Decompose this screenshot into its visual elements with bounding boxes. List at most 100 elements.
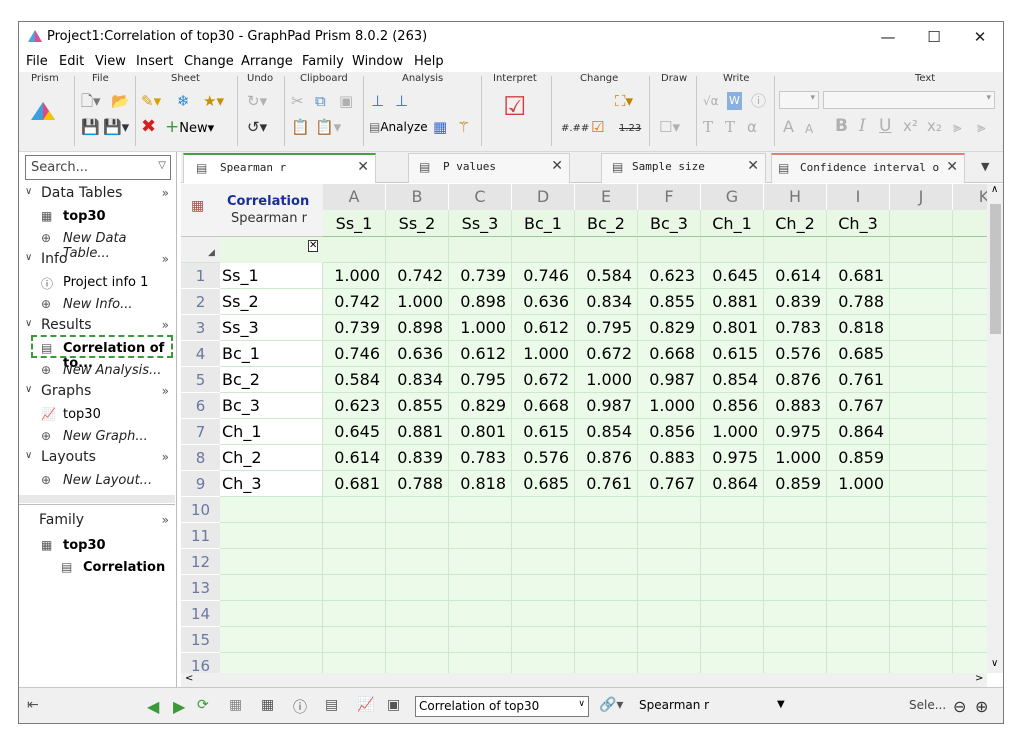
column-title-subrow[interactable]	[701, 237, 764, 263]
close-button[interactable]: ✕	[957, 22, 1003, 52]
column-letter-f[interactable]: F	[638, 184, 701, 210]
column-title[interactable]: Bc_1	[512, 210, 575, 237]
table-cell[interactable]: 0.829	[638, 315, 701, 341]
column-title[interactable]: Bc_3	[638, 210, 701, 237]
table-cell[interactable]	[701, 627, 764, 653]
table-cell[interactable]: 0.859	[764, 471, 827, 497]
scroll-down-icon[interactable]: ∨	[991, 658, 998, 669]
table-cell[interactable]	[953, 263, 987, 289]
column-letter-b[interactable]: B	[386, 184, 449, 210]
table-cell[interactable]	[890, 445, 953, 471]
select-label[interactable]: Sele...	[909, 698, 946, 712]
table-cell[interactable]	[323, 549, 386, 575]
table-cell[interactable]	[386, 523, 449, 549]
table-cell[interactable]: 0.801	[701, 315, 764, 341]
table-cell[interactable]: 0.681	[323, 471, 386, 497]
go-to-icon[interactable]: ⟳	[197, 697, 209, 713]
row-label[interactable]	[220, 497, 323, 523]
table-cell[interactable]: 0.795	[449, 367, 512, 393]
word-icon[interactable]: W	[727, 92, 742, 110]
undo-icon[interactable]: ↺▾	[247, 118, 267, 136]
column-title[interactable]: Bc_2	[575, 210, 638, 237]
table-cell[interactable]: 0.856	[701, 393, 764, 419]
table-cell[interactable]	[764, 627, 827, 653]
table-cell[interactable]	[764, 549, 827, 575]
text-icon[interactable]: T	[703, 118, 713, 136]
table-cell[interactable]: 0.761	[575, 471, 638, 497]
table-cell[interactable]: 0.668	[512, 393, 575, 419]
table-cell[interactable]	[638, 497, 701, 523]
table-cell[interactable]	[827, 575, 890, 601]
table-cell[interactable]	[449, 575, 512, 601]
table-cell[interactable]	[890, 523, 953, 549]
table-cell[interactable]	[764, 523, 827, 549]
table-cell[interactable]	[449, 523, 512, 549]
table-cell[interactable]: 0.987	[638, 367, 701, 393]
table-cell[interactable]: 0.898	[386, 315, 449, 341]
table-cell[interactable]: 0.783	[449, 445, 512, 471]
close-tab-icon[interactable]: ✕	[551, 158, 563, 174]
table-cell[interactable]	[386, 549, 449, 575]
column-title[interactable]	[890, 210, 953, 237]
family-header[interactable]: Family»	[19, 511, 175, 533]
row-label[interactable]: Bc_1	[220, 341, 323, 367]
table-cell[interactable]: 0.739	[323, 315, 386, 341]
table-cell[interactable]	[512, 653, 575, 673]
table-cell[interactable]	[827, 627, 890, 653]
table-cell[interactable]	[449, 627, 512, 653]
table-cell[interactable]: 0.783	[764, 315, 827, 341]
table-cell[interactable]: 0.767	[827, 393, 890, 419]
table-cell[interactable]: 0.742	[323, 289, 386, 315]
table-cell[interactable]: 0.834	[386, 367, 449, 393]
row-label[interactable]: Ss_1	[220, 263, 323, 289]
delete-sheet-icon[interactable]: ✖	[141, 118, 156, 136]
table-cell[interactable]	[386, 653, 449, 673]
table-cell[interactable]	[449, 549, 512, 575]
table-cell[interactable]: 0.801	[449, 419, 512, 445]
page-select-label[interactable]: Spearman r	[639, 698, 709, 712]
table-cell[interactable]	[827, 653, 890, 673]
table-cell[interactable]	[638, 601, 701, 627]
decimal-format-icon[interactable]: 1.23	[619, 120, 641, 138]
analysis-chart2-icon[interactable]: ⊥	[395, 92, 408, 110]
table-cell[interactable]: 0.645	[323, 419, 386, 445]
table-cell[interactable]	[701, 601, 764, 627]
item-top30-graph[interactable]: 📈 top30	[41, 404, 175, 426]
menu-arrange[interactable]: Arrange	[241, 54, 293, 69]
table-cell[interactable]: 0.576	[764, 341, 827, 367]
table-cell[interactable]: 1.000	[638, 393, 701, 419]
table-cell[interactable]: 0.636	[386, 341, 449, 367]
table-cell[interactable]: 0.615	[701, 341, 764, 367]
column-title[interactable]: Ss_1	[323, 210, 386, 237]
table-cell[interactable]: 0.855	[386, 393, 449, 419]
table-cell[interactable]	[953, 601, 987, 627]
row-label[interactable]: Ch_2	[220, 445, 323, 471]
table-cell[interactable]: 0.876	[764, 367, 827, 393]
magic-wand-icon[interactable]: ⚚	[457, 118, 470, 136]
row-label[interactable]	[220, 523, 323, 549]
table-analysis-icon[interactable]: ▦	[433, 118, 447, 136]
table-cell[interactable]: 0.623	[638, 263, 701, 289]
menu-change[interactable]: Change	[184, 54, 234, 69]
analyze-button[interactable]: ▤Analyze	[369, 118, 428, 136]
table-cell[interactable]	[764, 575, 827, 601]
column-title[interactable]: Ch_3	[827, 210, 890, 237]
table-cell[interactable]: 0.739	[449, 263, 512, 289]
table-cell[interactable]	[827, 523, 890, 549]
table-cell[interactable]: 0.767	[638, 471, 701, 497]
column-letter-e[interactable]: E	[575, 184, 638, 210]
table-cell[interactable]: 0.854	[701, 367, 764, 393]
table-cell[interactable]	[953, 367, 987, 393]
item-project-info[interactable]: ⓘ Project info 1	[41, 272, 175, 294]
navigator-toggle-icon[interactable]: ⇤	[27, 697, 39, 713]
column-letter-d[interactable]: D	[512, 184, 575, 210]
zoom-out-icon[interactable]: ⊖	[953, 697, 966, 716]
column-title-subrow[interactable]	[323, 237, 386, 263]
column-title-subrow[interactable]	[827, 237, 890, 263]
row-label[interactable]	[220, 653, 323, 673]
table-cell[interactable]	[890, 601, 953, 627]
table-cell[interactable]	[512, 575, 575, 601]
new-graph-link[interactable]: ⊕ New Graph...	[41, 426, 175, 448]
table-cell[interactable]	[323, 627, 386, 653]
close-tab-icon[interactable]: ✕	[747, 158, 759, 174]
